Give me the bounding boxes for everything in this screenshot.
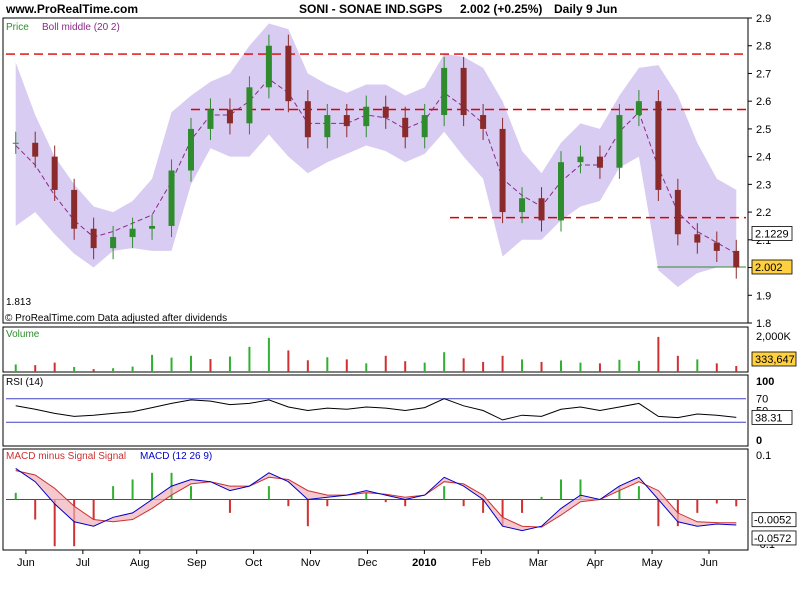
month-label: Jun: [17, 557, 35, 569]
month-label: Jul: [76, 557, 90, 569]
month-label: Feb: [472, 557, 491, 569]
candle-body: [558, 162, 564, 221]
rsi-line: [15, 398, 737, 421]
candle-body: [246, 87, 253, 124]
macd-legend: MACD (12 26 9): [140, 451, 212, 462]
candle-body: [110, 237, 117, 249]
price-tick-label: 2.6: [756, 96, 771, 108]
candle-body: [324, 115, 331, 138]
month-label: Mar: [529, 557, 548, 569]
month-label: 2010: [412, 557, 436, 569]
min-price-label: 1.813: [6, 297, 31, 308]
candle-body: [733, 250, 740, 268]
candle-body: [538, 198, 545, 221]
candle-body: [635, 101, 642, 116]
candle-body: [382, 106, 389, 118]
candle-body: [655, 101, 662, 190]
boll-legend: Boll middle (20 2): [42, 22, 120, 33]
month-label: Sep: [187, 557, 207, 569]
candle-body: [168, 170, 175, 226]
price-tick-label: 2.4: [756, 152, 771, 164]
candle-body: [519, 198, 526, 213]
price-tick-label: 2.3: [756, 179, 771, 191]
price-tag-label: 2.1229: [755, 228, 789, 240]
volume-panel: [2, 326, 749, 373]
candle-body: [577, 156, 584, 163]
rsi-tag-label: 38.31: [755, 412, 783, 424]
candle-body: [304, 101, 311, 138]
candle-body: [149, 225, 156, 229]
month-label: Dec: [358, 557, 378, 569]
candle-body: [188, 128, 194, 171]
candle-body: [616, 115, 623, 168]
footnote: © ProRealTime.com Data adjusted after di…: [5, 313, 227, 324]
candle-body: [441, 67, 448, 116]
price-tick-label: 2.8: [756, 41, 771, 53]
candle-body: [285, 45, 292, 102]
chart-title: SONI - SONAE IND.SGPS: [299, 2, 442, 16]
price-legend: Price: [6, 22, 29, 33]
candle-body: [129, 228, 136, 238]
macd-tag-label: -0.0572: [754, 533, 791, 545]
chart-canvas: www.ProRealTime.com SONI - SONAE IND.SGP…: [2, 2, 797, 569]
month-label: Nov: [301, 557, 321, 569]
site-url[interactable]: www.ProRealTime.com: [5, 2, 138, 16]
price-tick-label: 2.9: [756, 13, 771, 25]
candle-body: [713, 242, 720, 251]
candle-body: [674, 189, 681, 235]
candle-body: [460, 67, 467, 116]
macd-hist-legend: MACD minus Signal Signal: [6, 451, 126, 462]
candle-body: [499, 128, 506, 213]
rsi-legend: RSI (14): [6, 377, 43, 388]
candle-body: [51, 156, 58, 190]
candle-body: [90, 228, 97, 249]
price-tick-label: 1.8: [756, 318, 771, 330]
rsi-tick-label: 70: [756, 394, 768, 406]
price-tick-label: 2.5: [756, 124, 771, 136]
candle-body: [265, 45, 272, 88]
volume-tick-label: 2,000K: [756, 331, 792, 343]
quote-value: 2.002 (+0.25%): [460, 2, 542, 16]
month-label: Aug: [130, 557, 150, 569]
candle-body: [71, 189, 78, 229]
price-tick-label: 1.9: [756, 290, 771, 302]
price-tick-label: 2.7: [756, 68, 771, 80]
candle-body: [480, 115, 487, 129]
candle-body: [12, 142, 19, 144]
volume-legend: Volume: [6, 329, 40, 340]
macd-tag-label: -0.0052: [754, 515, 791, 527]
candle-body: [207, 109, 214, 129]
price-tick-label: 2.2: [756, 207, 771, 219]
month-label: May: [642, 557, 663, 569]
candle-body: [402, 117, 409, 138]
candle-body: [421, 115, 428, 138]
price-tag-label: 2.002: [755, 262, 783, 274]
stock-chart: www.ProRealTime.com SONI - SONAE IND.SGP…: [0, 0, 800, 600]
candle-body: [226, 109, 233, 124]
volume-tag-label: 333,647: [755, 354, 795, 366]
month-label: Oct: [245, 557, 262, 569]
month-label: Apr: [587, 557, 604, 569]
month-label: Jun: [700, 557, 718, 569]
candle-body: [343, 115, 350, 127]
plot-layer: [6, 23, 746, 547]
rsi-tick-label: 0: [756, 435, 762, 447]
rsi-panel: [2, 374, 749, 447]
price-panel: [2, 17, 749, 324]
candle-body: [596, 156, 603, 168]
bollinger-band: [15, 23, 737, 287]
candle-body: [694, 234, 701, 243]
macd-tick-label: 0.1: [756, 450, 771, 462]
period-label: Daily 9 Jun: [554, 2, 617, 16]
rsi-tick-label: 100: [756, 376, 774, 388]
candle-body: [32, 142, 39, 157]
candle-body: [363, 106, 370, 127]
